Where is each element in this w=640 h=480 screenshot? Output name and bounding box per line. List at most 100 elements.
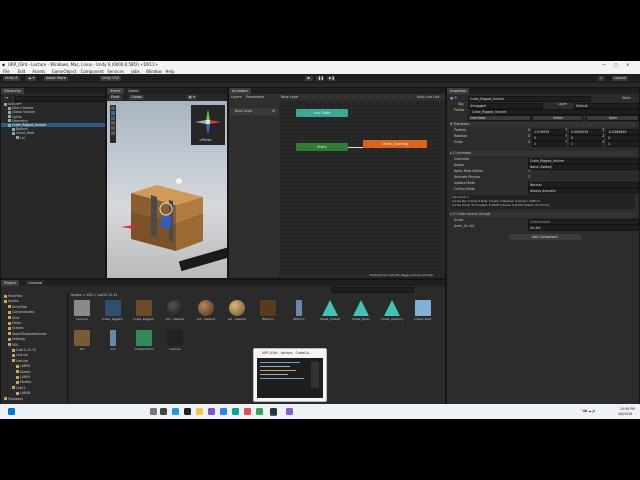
visual-studio-icon[interactable] xyxy=(286,408,293,415)
scene-viewport[interactable]: <Persp xyxy=(107,101,227,278)
project-folder-item[interactable]: Settings xyxy=(1,337,67,341)
pause-button[interactable]: ❚❚ xyxy=(316,76,324,81)
step-button[interactable]: ▶❚ xyxy=(327,76,335,81)
asset-item[interactable]: Chest_Opening xyxy=(381,300,403,321)
asset-item[interactable]: Lid xyxy=(102,330,124,351)
project-folder-item[interactable]: Scenes xyxy=(1,326,67,330)
project-folder-item[interactable]: ConvexAssets xyxy=(1,310,67,314)
project-folder-item[interactable]: LAB09 xyxy=(1,364,67,368)
project-folder-item[interactable]: Lab15-12-12 xyxy=(1,348,67,352)
project-folder-item[interactable]: Packages xyxy=(1,397,67,401)
project-folder-item[interactable]: Editor xyxy=(1,321,67,325)
project-folder-item[interactable]: Shot xyxy=(1,316,67,320)
play-button[interactable]: ▶ xyxy=(305,76,313,81)
overrides-dropdown[interactable]: Overrides xyxy=(468,114,531,121)
search-button[interactable]: ⌕ xyxy=(598,76,604,81)
gear-icon[interactable]: ⚙ xyxy=(272,109,275,113)
asset-item[interactable]: Bottom xyxy=(257,300,279,321)
rect-tool-icon[interactable] xyxy=(111,126,115,130)
start-icon[interactable] xyxy=(8,408,15,415)
asset-item[interactable]: Chest_Root xyxy=(412,300,434,321)
asset-item[interactable]: Lid - Default xyxy=(164,300,186,321)
version-control-button[interactable]: Unity VCS xyxy=(100,76,122,81)
move-tool-icon[interactable] xyxy=(111,111,115,115)
project-folder-item[interactable]: Assets xyxy=(1,299,67,303)
transform-scale-x-input[interactable]: 1 xyxy=(532,140,566,147)
open-button[interactable]: Open xyxy=(586,114,639,121)
project-breadcrumb[interactable]: Assets > VSA > Lab15-12-12 xyxy=(71,293,117,297)
minimize-button[interactable]: — xyxy=(602,62,606,67)
asset-item[interactable]: Bottom xyxy=(288,300,310,321)
asset-item[interactable]: Crate_Rigged... xyxy=(133,300,155,321)
tab-layers[interactable]: Layers xyxy=(231,95,242,99)
active-checkbox[interactable]: ☑ xyxy=(454,96,457,100)
add-component-button[interactable]: Add Component xyxy=(509,234,581,240)
project-folder-item[interactable]: Favorites xyxy=(1,294,67,298)
chest-model[interactable] xyxy=(121,161,221,251)
asset-item[interactable]: Chest_Closed xyxy=(319,300,341,321)
transform-header[interactable]: ✥ Transform xyxy=(450,122,636,127)
auto-live-link-toggle[interactable]: Auto Live Link xyxy=(417,95,439,99)
rotate-tool-icon[interactable] xyxy=(111,116,115,120)
project-folder-item[interactable]: LAB09 xyxy=(1,375,67,379)
entry-node[interactable]: Entry xyxy=(296,143,348,151)
asset-item[interactable]: Crate_Rigged... xyxy=(102,300,124,321)
chrome-icon[interactable] xyxy=(244,408,251,415)
select-button[interactable]: Select xyxy=(532,114,583,121)
asset-item[interactable]: Lid - Default xyxy=(195,300,217,321)
project-folder-item[interactable]: Lecture xyxy=(1,359,67,363)
tab-parameters[interactable]: Parameters xyxy=(246,95,264,99)
project-folder-item[interactable]: Models xyxy=(1,380,67,384)
asset-item[interactable]: Lecture xyxy=(164,330,186,351)
tab-console[interactable]: Console xyxy=(25,280,45,286)
asset-item[interactable]: Lid xyxy=(71,330,93,351)
app-icon-blue[interactable] xyxy=(220,408,227,415)
tab-hierarchy[interactable]: Hierarchy xyxy=(1,88,24,94)
transform-tool-icon[interactable] xyxy=(111,131,115,135)
base-layer-breadcrumb[interactable]: Base Layer xyxy=(281,95,299,99)
asset-store-button[interactable]: Asset Store xyxy=(44,76,68,81)
clock-date[interactable]: 4/8/2026 xyxy=(618,412,632,416)
apply-root-motion-checkbox[interactable]: ☐ xyxy=(528,169,531,174)
animator-graph[interactable]: Any State Entry Chest_Opening xyxy=(279,100,445,276)
search-icon[interactable] xyxy=(150,408,157,415)
maximize-button[interactable]: ▢ xyxy=(614,62,618,67)
layer-item-base[interactable]: Base Layer ⚙ xyxy=(230,108,278,115)
add-object-button[interactable]: +▾ xyxy=(4,96,8,100)
tab-project[interactable]: Project xyxy=(1,280,19,286)
culling-mode-dropdown[interactable]: Always Animate xyxy=(528,187,639,194)
layout-dropdown[interactable]: Layout xyxy=(612,76,628,81)
scene-view-options[interactable]: ◐ ▾ xyxy=(187,95,197,100)
hierarchy-item[interactable]: Lid xyxy=(1,136,105,140)
project-folder-item[interactable]: AzureTool xyxy=(1,305,67,309)
app-icon-green[interactable] xyxy=(256,408,263,415)
app-icon-purple[interactable] xyxy=(208,408,215,415)
project-folder-item[interactable]: Lab11 xyxy=(1,386,67,390)
app-icon-teal[interactable] xyxy=(232,408,239,415)
asset-item[interactable]: Lid - Default xyxy=(226,300,248,321)
chest-opening-node[interactable]: Chest_Opening xyxy=(363,140,427,148)
hand-tool-icon[interactable] xyxy=(111,106,115,110)
unity-editor-taskbar-icon[interactable] xyxy=(270,408,277,416)
animate-physics-checkbox[interactable]: ☐ xyxy=(528,175,531,180)
project-search-input[interactable] xyxy=(331,287,414,293)
edge-icon[interactable] xyxy=(172,408,179,415)
static-toggle[interactable]: Static xyxy=(622,96,631,101)
cloud-button[interactable]: ☁ ▾ xyxy=(26,76,37,81)
account-dropdown[interactable]: Unity 6 xyxy=(3,76,20,81)
anim-on-act-field[interactable]: On Act xyxy=(528,224,639,231)
asset-item[interactable]: CrateControl xyxy=(133,330,155,351)
scale-tool-icon[interactable] xyxy=(111,121,115,125)
project-folder-item[interactable]: LAB08 xyxy=(1,391,67,395)
close-button[interactable]: ✕ xyxy=(626,62,629,67)
transform-scale-y-input[interactable]: 1 xyxy=(569,140,603,147)
global-dropdown[interactable]: Global xyxy=(129,95,145,100)
project-folder-item[interactable]: VSA xyxy=(1,343,67,347)
file-explorer-icon[interactable] xyxy=(196,408,203,415)
asset-item[interactable]: Chest_Open xyxy=(350,300,372,321)
unity-icon[interactable] xyxy=(184,408,191,415)
tray-icons[interactable]: ˄ ⌨ ☁ 🔊 xyxy=(580,409,596,413)
asset-item[interactable]: Lecture xyxy=(71,300,93,321)
clock-time[interactable]: 10:06 PM xyxy=(620,407,635,411)
any-state-node[interactable]: Any State xyxy=(296,109,348,117)
